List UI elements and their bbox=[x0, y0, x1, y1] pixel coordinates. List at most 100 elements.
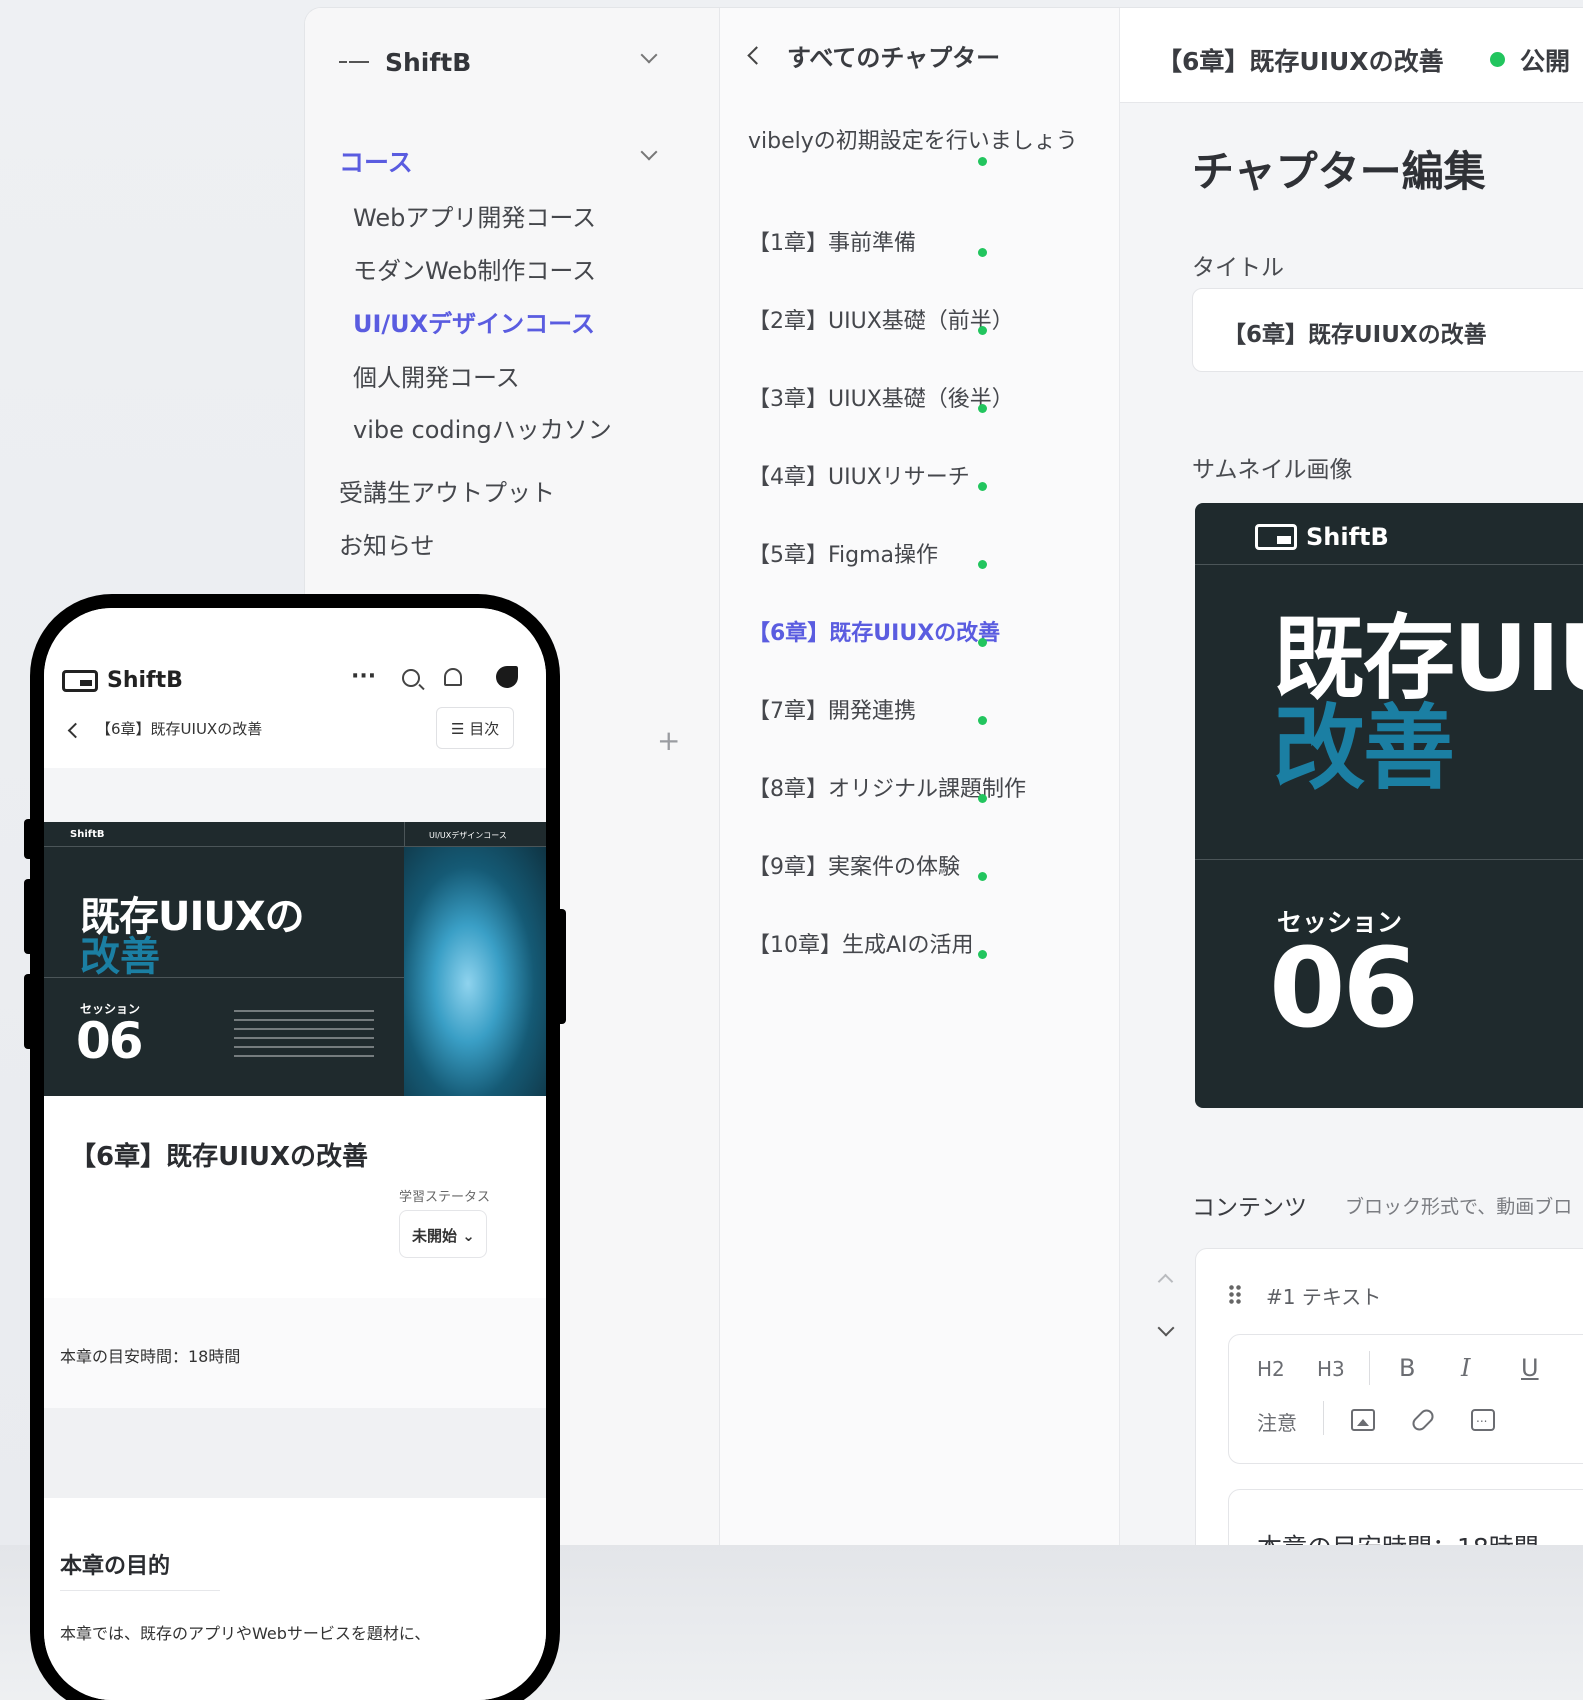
search-icon[interactable] bbox=[402, 669, 420, 687]
status-dot bbox=[978, 872, 987, 881]
phone-screen: ShiftB ··· 【6章】既存UIUXの改善 ☰ 目次 ShiftB UI/… bbox=[44, 608, 546, 1700]
chapter-item[interactable]: 【9章】実案件の体験 bbox=[748, 850, 1088, 885]
toolbar-divider bbox=[1369, 1351, 1370, 1385]
thumbnail-title-line2: 改善 bbox=[1273, 695, 1455, 802]
banner-divider bbox=[404, 822, 405, 846]
toc-button[interactable]: ☰ 目次 bbox=[436, 707, 514, 749]
link-icon[interactable] bbox=[1409, 1406, 1437, 1434]
thumbnail-header bbox=[1195, 503, 1583, 565]
status-dot bbox=[978, 716, 987, 725]
status-dot bbox=[978, 248, 987, 257]
section-spacer bbox=[44, 1408, 546, 1498]
publish-status-dot bbox=[1490, 52, 1505, 67]
italic-button[interactable]: I bbox=[1461, 1354, 1470, 1382]
chapter-banner: ShiftB UI/UXデザインコース 既存UIUXの 改善 セッション 06 bbox=[44, 822, 546, 1096]
sidebar-item-personal[interactable]: 個人開発コース bbox=[353, 358, 520, 393]
editor-header-title: 【6章】既存UIUXの改善 bbox=[1157, 47, 1444, 76]
underline-button[interactable]: U bbox=[1521, 1354, 1539, 1382]
status-dot bbox=[978, 157, 987, 166]
more-icon[interactable]: ··· bbox=[351, 664, 376, 689]
publish-status[interactable]: 公開 bbox=[1520, 42, 1570, 78]
chapter-item[interactable]: vibelyの初期設定を行いましょう bbox=[748, 124, 1088, 159]
thumbnail-image[interactable]: ShiftB 既存UIUXの 改善 セッション 06 bbox=[1195, 503, 1583, 1108]
image-icon[interactable] bbox=[1351, 1409, 1375, 1431]
thumbnail-divider bbox=[1195, 859, 1583, 860]
editor-header: 【6章】既存UIUXの改善 公開 bbox=[1120, 8, 1583, 103]
phone-logo[interactable]: ShiftB bbox=[62, 668, 183, 693]
phone-spacer bbox=[44, 768, 546, 828]
toolbar-divider bbox=[1323, 1401, 1324, 1435]
sidebar-item-output[interactable]: 受講生アウトプット bbox=[339, 473, 555, 508]
sidebar-item-modern-web[interactable]: モダンWeb制作コース bbox=[353, 251, 596, 286]
sidebar-item-news[interactable]: お知らせ bbox=[339, 526, 435, 561]
chapter-item[interactable]: 【10章】生成AIの活用 bbox=[748, 928, 1088, 963]
avatar[interactable] bbox=[492, 660, 524, 692]
block-label: #1 テキスト bbox=[1266, 1285, 1382, 1309]
shiftb-logo-icon bbox=[62, 669, 98, 692]
thumbnail-label: サムネイル画像 bbox=[1192, 457, 1353, 483]
thumbnail-brand: ShiftB bbox=[1306, 523, 1389, 551]
title-field[interactable]: 【6章】既存UIUXの改善 bbox=[1192, 288, 1583, 372]
chapter-item[interactable]: 【2章】UIUX基礎（前半） bbox=[748, 304, 1088, 339]
sidebar-item-hackathon[interactable]: vibe codingハッカソン bbox=[353, 410, 612, 445]
sidebar-item-course[interactable]: コース bbox=[339, 143, 413, 179]
status-dot bbox=[978, 794, 987, 803]
banner-brand: ShiftB bbox=[70, 829, 105, 840]
back-label: すべてのチャプター bbox=[787, 44, 1001, 72]
move-down-icon[interactable] bbox=[1157, 1319, 1175, 1337]
bold-button[interactable]: B bbox=[1399, 1354, 1415, 1382]
thumbnail-title-line1: 既存UIUXの bbox=[1273, 605, 1583, 712]
title-value: 【6章】既存UIUXの改善 bbox=[1223, 322, 1487, 348]
chapter-item[interactable]: 【1章】事前準備 bbox=[748, 226, 1088, 261]
phone-brand: ShiftB bbox=[107, 668, 183, 693]
phone-frame: ShiftB ··· 【6章】既存UIUXの改善 ☰ 目次 ShiftB UI/… bbox=[24, 594, 566, 1700]
status-dot bbox=[978, 404, 987, 413]
add-icon[interactable]: + bbox=[657, 724, 680, 757]
breadcrumb: 【6章】既存UIUXの改善 bbox=[96, 720, 263, 738]
chapter-title: 【6章】既存UIUXの改善 bbox=[70, 1142, 369, 1172]
h2-button[interactable]: H2 bbox=[1257, 1357, 1285, 1381]
purpose-heading: 本章の目的 bbox=[60, 1548, 220, 1591]
status-dot bbox=[978, 638, 987, 647]
shiftb-logo-icon bbox=[1255, 524, 1297, 550]
back-to-all-chapters[interactable]: すべてのチャプター bbox=[747, 38, 1001, 73]
chevron-left-icon[interactable] bbox=[67, 722, 84, 739]
banner-title-line2: 改善 bbox=[80, 934, 160, 980]
content-hint: ブロック形式で、動画ブロ bbox=[1345, 1196, 1573, 1218]
phone-button bbox=[24, 974, 34, 1049]
content-label: コンテンツ bbox=[1192, 1195, 1307, 1221]
caution-button[interactable]: 注意 bbox=[1257, 1407, 1297, 1436]
embed-icon[interactable] bbox=[1471, 1409, 1495, 1431]
chevron-down-icon[interactable] bbox=[640, 143, 658, 161]
chapter-item[interactable]: 【8章】オリジナル課題制作 bbox=[748, 772, 1088, 807]
chapter-editor: 【6章】既存UIUXの改善 公開 チャプター編集 タイトル 【6章】既存UIUX… bbox=[1120, 8, 1583, 1545]
thumbnail-session-number: 06 bbox=[1269, 924, 1419, 1052]
brand-name: ShiftB bbox=[385, 47, 472, 77]
chapter-item[interactable]: 【3章】UIUX基礎（後半） bbox=[748, 382, 1088, 417]
text-block-editor[interactable]: 本章の目安時間：18時間 bbox=[1228, 1489, 1583, 1545]
chapter-item[interactable]: 【4章】UIUXリサーチ bbox=[748, 460, 1088, 495]
banner-divider bbox=[44, 846, 546, 847]
banner-session-number: 06 bbox=[76, 1012, 144, 1070]
sidebar-item-web-app[interactable]: Webアプリ開発コース bbox=[353, 198, 596, 233]
page-title: チャプター編集 bbox=[1192, 147, 1486, 196]
move-up-icon[interactable] bbox=[1157, 1273, 1174, 1290]
block-text: 本章の目安時間：18時間 bbox=[1257, 1528, 1539, 1545]
chapter-item[interactable]: 【5章】Figma操作 bbox=[748, 538, 1088, 573]
chapter-item-active[interactable]: 【6章】既存UIUXの改善 bbox=[748, 616, 1088, 651]
chevron-left-icon bbox=[747, 46, 766, 65]
chapter-list: すべてのチャプター vibelyの初期設定を行いましょう 【1章】事前準備 【2… bbox=[720, 8, 1120, 1545]
banner-gradient bbox=[404, 846, 546, 1096]
workspace-switcher[interactable]: ShiftB bbox=[339, 38, 689, 86]
phone-button bbox=[24, 819, 34, 859]
h3-button[interactable]: H3 bbox=[1317, 1357, 1345, 1381]
bell-icon[interactable] bbox=[444, 668, 462, 686]
status-dot bbox=[978, 950, 987, 959]
sidebar-item-uiux[interactable]: UI/UXデザインコース bbox=[353, 304, 595, 339]
thumbnail-logo: ShiftB bbox=[1255, 523, 1389, 551]
chapter-item[interactable]: 【7章】開発連携 bbox=[748, 694, 1088, 729]
drag-handle-icon[interactable] bbox=[1228, 1284, 1242, 1306]
status-dropdown[interactable]: 未開始 ⌄ bbox=[399, 1210, 487, 1258]
status-dot bbox=[978, 560, 987, 569]
phone-button bbox=[556, 909, 566, 1024]
